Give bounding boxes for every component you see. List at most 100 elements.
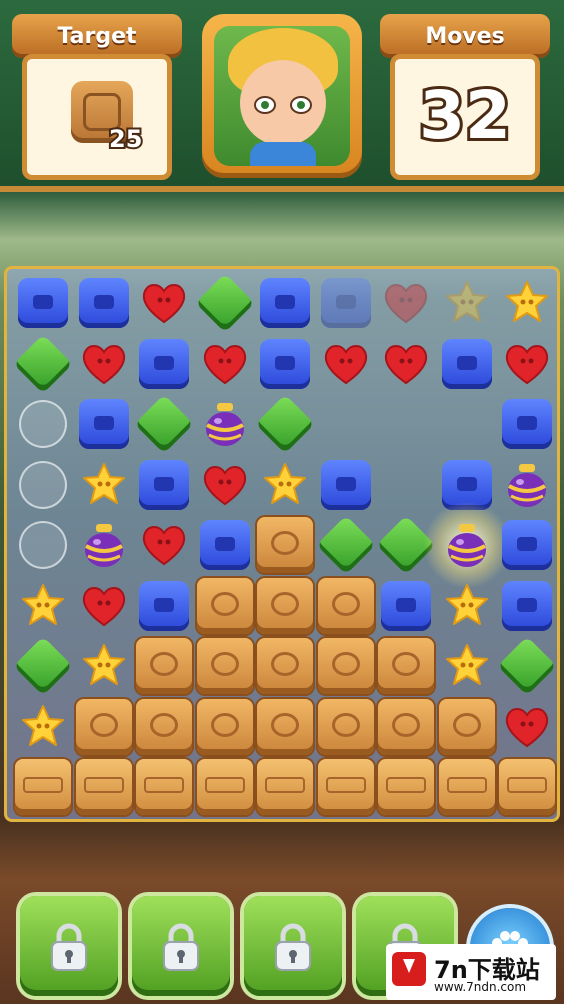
wood-block-tile: [257, 577, 313, 634]
candy-jar-piece: [442, 520, 492, 570]
board-cell[interactable]: [255, 697, 315, 757]
board-cell[interactable]: [497, 757, 557, 817]
board-cell[interactable]: [437, 576, 497, 636]
board-cell[interactable]: [376, 757, 436, 817]
board-cell[interactable]: [376, 697, 436, 757]
blue-button-piece: [502, 399, 552, 449]
blue-button-piece: [18, 278, 68, 328]
board-cell[interactable]: [195, 636, 255, 696]
board-cell[interactable]: [255, 757, 315, 817]
board-cell[interactable]: [13, 636, 73, 696]
yellow-star-piece: [260, 460, 310, 510]
board-cell[interactable]: [195, 515, 255, 575]
board-cell[interactable]: [13, 757, 73, 817]
board-cell[interactable]: [74, 576, 134, 636]
board-cell[interactable]: [13, 333, 73, 394]
board-cell[interactable]: [376, 394, 436, 454]
board-cell[interactable]: [134, 697, 194, 757]
board-cell[interactable]: [134, 515, 194, 575]
target-panel: Target 25: [12, 14, 182, 180]
board-cell[interactable]: [13, 394, 73, 454]
board-cell[interactable]: [497, 455, 557, 515]
yellow-star-piece: [79, 460, 129, 510]
board-cell[interactable]: [437, 273, 497, 333]
board-cell[interactable]: [74, 455, 134, 515]
board-cell[interactable]: [195, 757, 255, 817]
board-cell[interactable]: [316, 757, 376, 817]
board-cell[interactable]: [376, 334, 436, 394]
board-cell[interactable]: [13, 576, 73, 636]
wooden-crate-tile: [136, 759, 192, 815]
board-cell[interactable]: [437, 757, 497, 817]
board-cell[interactable]: [437, 636, 497, 696]
board-cell[interactable]: [195, 576, 255, 636]
board-cell[interactable]: [255, 334, 315, 394]
board-cell[interactable]: [194, 273, 255, 333]
board-cell[interactable]: [376, 636, 436, 696]
board-cell[interactable]: [316, 334, 376, 394]
board-cell[interactable]: [255, 455, 315, 515]
board-cell[interactable]: [255, 394, 315, 454]
board-cell[interactable]: [74, 273, 134, 333]
boy-eye-right: [290, 96, 312, 114]
board-cell[interactable]: [497, 334, 557, 394]
board-cell[interactable]: [316, 697, 376, 757]
board-cell[interactable]: [134, 394, 194, 454]
boy-character-portrait: [214, 26, 350, 166]
wood-block-tile: [257, 517, 313, 573]
board-cell[interactable]: [315, 515, 376, 575]
board-cell[interactable]: [437, 394, 497, 454]
board-cell[interactable]: [13, 273, 73, 333]
board-cell[interactable]: [134, 576, 194, 636]
board-cell[interactable]: [376, 576, 436, 636]
board-cell[interactable]: [195, 394, 255, 454]
board-cell[interactable]: [316, 273, 376, 333]
board-cell[interactable]: [195, 334, 255, 394]
board-cell[interactable]: [497, 394, 557, 454]
board-cell[interactable]: [255, 273, 315, 333]
board-cell[interactable]: [422, 501, 511, 589]
booster-slot-1[interactable]: [20, 896, 118, 996]
board-cell[interactable]: [74, 757, 134, 817]
board-cell[interactable]: [74, 636, 134, 696]
wood-block-tile: [378, 638, 434, 694]
board-cell[interactable]: [497, 576, 557, 636]
board-cell[interactable]: [13, 697, 73, 757]
board-cell[interactable]: [134, 757, 194, 817]
red-heart-piece: [381, 278, 431, 328]
board-cell[interactable]: [437, 697, 497, 757]
board-cell[interactable]: [195, 455, 255, 515]
board-cell[interactable]: [74, 697, 134, 757]
board-cell[interactable]: [497, 636, 557, 696]
board-cell[interactable]: [134, 334, 194, 394]
board-cell[interactable]: [134, 455, 194, 515]
board-cell[interactable]: [376, 273, 436, 333]
board-cell[interactable]: [497, 515, 557, 575]
board-cell[interactable]: [13, 515, 73, 575]
board-cell[interactable]: [316, 636, 376, 696]
board-cell[interactable]: [497, 697, 557, 757]
board-cell[interactable]: [255, 515, 315, 575]
booster-slot-2[interactable]: [132, 896, 230, 996]
board-cell[interactable]: [74, 515, 134, 575]
wood-block-tile: [196, 638, 253, 694]
board-cell[interactable]: [316, 576, 376, 636]
board-cell[interactable]: [13, 455, 73, 515]
board-cell[interactable]: [376, 455, 436, 515]
board-cell[interactable]: [497, 273, 557, 333]
board-cell[interactable]: [316, 455, 376, 515]
booster-slot-3[interactable]: [244, 896, 342, 996]
board-cell[interactable]: [255, 576, 315, 636]
board-cell[interactable]: [316, 394, 376, 454]
yellow-star-piece: [18, 581, 68, 631]
board-cell[interactable]: [74, 394, 134, 454]
board-cell[interactable]: [74, 334, 134, 394]
board-cell[interactable]: [134, 636, 194, 696]
board-cell[interactable]: [195, 697, 255, 757]
board-cell[interactable]: [134, 273, 194, 333]
candy-jar-piece: [200, 399, 250, 449]
game-board[interactable]: [4, 266, 560, 822]
wood-block-tile: [378, 698, 434, 755]
board-cell[interactable]: [437, 334, 497, 394]
board-cell[interactable]: [255, 636, 315, 696]
